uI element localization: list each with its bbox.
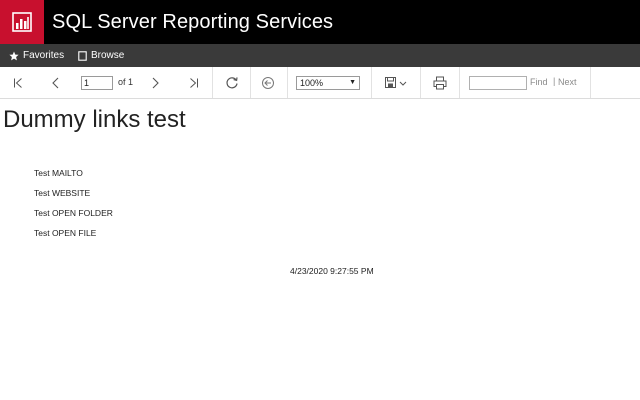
toolbar-divider (420, 67, 421, 98)
report-chart-icon (12, 12, 32, 32)
favorites-nav-item[interactable]: Favorites (9, 44, 64, 67)
refresh-button[interactable] (222, 73, 242, 93)
back-circle-icon (262, 77, 274, 89)
report-link-mailto[interactable]: Test MAILTO (34, 168, 83, 178)
print-button[interactable] (430, 73, 450, 93)
report-link-open-file[interactable]: Test OPEN FILE (34, 228, 96, 238)
top-header-bar: SQL Server Reporting Services (0, 0, 640, 44)
find-separator: | (553, 76, 556, 86)
first-page-button[interactable] (8, 73, 28, 93)
dropdown-arrow-icon: ▼ (349, 79, 356, 86)
toolbar-divider (287, 67, 288, 98)
find-text-input[interactable] (469, 76, 527, 90)
browse-label: Browse (91, 50, 125, 61)
toolbar-divider (590, 67, 591, 98)
back-to-parent-button[interactable] (258, 73, 278, 93)
star-icon (9, 51, 19, 61)
print-icon (433, 76, 447, 90)
app-title[interactable]: SQL Server Reporting Services (52, 0, 333, 44)
previous-page-button[interactable] (46, 73, 66, 93)
find-link[interactable]: Find (530, 77, 548, 87)
page-count-label: of 1 (118, 77, 134, 87)
report-toolbar: of 1 100% ▼ Find | Next (0, 67, 640, 99)
toolbar-divider (212, 67, 213, 98)
document-icon (78, 50, 87, 61)
save-icon (385, 77, 407, 88)
browse-nav-item[interactable]: Browse (78, 44, 124, 67)
nav-bar: Favorites Browse (0, 44, 640, 67)
refresh-icon (226, 77, 238, 89)
favorites-label: Favorites (23, 50, 65, 61)
toolbar-divider (371, 67, 372, 98)
chevron-left-icon (52, 77, 59, 89)
zoom-value: 100% (300, 78, 324, 88)
export-button[interactable] (381, 73, 411, 93)
report-link-website[interactable]: Test WEBSITE (34, 188, 90, 198)
next-page-button[interactable] (145, 73, 165, 93)
report-title: Dummy links test (3, 106, 186, 133)
toolbar-divider (459, 67, 460, 98)
toolbar-divider (250, 67, 251, 98)
ssrs-logo[interactable] (0, 0, 44, 44)
last-page-icon (190, 78, 198, 88)
report-link-open-folder[interactable]: Test OPEN FOLDER (34, 208, 113, 218)
first-page-icon (14, 78, 22, 88)
last-page-button[interactable] (184, 73, 204, 93)
zoom-select[interactable]: 100% ▼ (296, 76, 360, 90)
find-next-link[interactable]: Next (558, 77, 577, 87)
report-timestamp: 4/23/2020 9:27:55 PM (290, 266, 374, 276)
page-number-input[interactable] (81, 76, 113, 90)
chevron-right-icon (152, 77, 159, 89)
